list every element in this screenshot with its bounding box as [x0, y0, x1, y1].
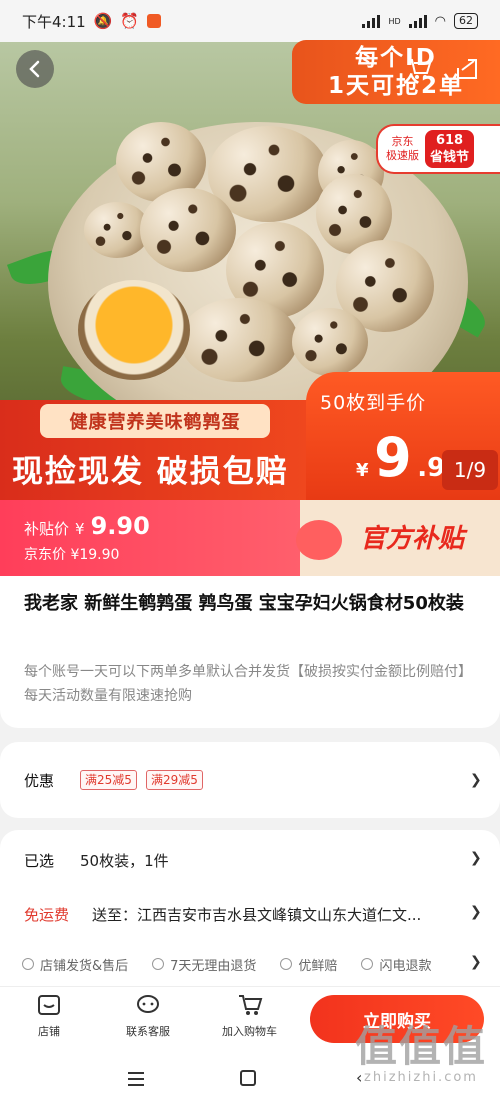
price-caption: 50枚到手价: [320, 392, 427, 414]
add-to-cart-tab[interactable]: 加入购物车: [222, 993, 277, 1039]
cart-icon: [238, 995, 262, 1015]
app-notification-icon: [147, 14, 162, 28]
quail-egg: [140, 188, 236, 272]
signal-icon: [362, 14, 381, 28]
jd-express-label: 极速版: [386, 149, 419, 162]
check-circle-icon: [152, 958, 165, 970]
product-slogan: 现捡现发 破损包赔: [12, 454, 289, 490]
guarantee-label: 7天无理由退货: [170, 958, 257, 974]
guarantee-label: 优鲜赔: [298, 958, 338, 974]
subsidy-price-row: 补贴价 ¥ 9.90: [24, 512, 150, 540]
wifi-icon: ◠: [434, 13, 446, 29]
product-description: 每个账号一天可以下两单多单默认合并发货【破损按实付金额比例赔付】每天活动数量有限…: [24, 664, 472, 704]
cart-icon[interactable]: [406, 57, 432, 81]
product-title: 我老家 新鲜生鹌鹑蛋 鹑鸟蛋 宝宝孕妇火锅食材50枚装: [24, 593, 464, 614]
guarantee-label: 店铺发货&售后: [40, 958, 129, 974]
watermark-url: zhizhizhi.com: [364, 1070, 478, 1085]
promotions-label: 优惠: [24, 772, 55, 790]
chevron-right-icon: ❯: [470, 954, 482, 970]
product-info-card: 我老家 新鲜生鹌鹑蛋 鹑鸟蛋 宝宝孕妇火锅食材50枚装 每个账号一天可以下两单多…: [0, 576, 500, 728]
badge-618: 618: [435, 133, 464, 148]
guarantee-item: 优鲜赔: [280, 955, 337, 974]
chevron-right-icon: ❯: [470, 904, 482, 920]
chevron-left-icon: [29, 60, 40, 78]
jd-price: 京东价 ¥19.90: [24, 547, 120, 563]
selected-spec: 50枚装，1件: [80, 852, 169, 870]
home-icon[interactable]: [240, 1070, 256, 1086]
jd-name: 京东: [391, 135, 414, 148]
service-guarantees[interactable]: 店铺发货&售后 7天无理由退货 优鲜赔 闪电退款: [0, 944, 500, 984]
jd-express-logo: 京东 极速版: [386, 135, 419, 163]
red-envelope-icon: [296, 520, 342, 560]
coupon-badge[interactable]: 满25减5: [80, 770, 137, 790]
status-bar: 下午4:11 🔕 ⏰ HD ◠ 62: [0, 0, 500, 42]
badge-festival: 省钱节: [430, 150, 470, 165]
watermark: 值值值 zhizhizhi.com: [346, 1022, 496, 1086]
product-tagline: 健康营养美味鹌鹑蛋: [40, 404, 270, 438]
guarantee-item: 7天无理由退货: [152, 955, 256, 974]
free-shipping-label: 免运费: [24, 906, 70, 924]
subsidy-label: 补贴价: [24, 520, 70, 538]
store-label: 店铺: [38, 1025, 60, 1038]
official-subsidy-label: 官方补贴: [360, 524, 465, 554]
promotions-row[interactable]: 优惠 满25减5 满29减5 ❯: [0, 742, 500, 818]
chevron-right-icon: ❯: [470, 772, 482, 788]
customer-service-tab[interactable]: 联系客服: [126, 993, 170, 1039]
cracked-egg-yolk: [78, 280, 190, 380]
currency-symbol: ¥: [75, 520, 85, 538]
status-time: 下午4:11: [22, 12, 86, 31]
check-circle-icon: [22, 958, 34, 970]
jd-618-badge: 京东 极速版 618 省钱节: [376, 124, 500, 174]
subsidy-price: 9.90: [90, 512, 150, 540]
hero-price-panel: 50枚到手价 ¥ 9 .9元 1/9: [306, 372, 500, 500]
watermark-logo: 值值值: [354, 1022, 487, 1071]
chat-icon: [137, 995, 159, 1013]
guarantee-item: 店铺发货&售后: [22, 955, 128, 974]
menu-icon[interactable]: [128, 1072, 144, 1086]
guarantee-item: 闪电退款: [361, 955, 431, 974]
store-icon: [38, 995, 60, 1015]
price-integer: 9: [374, 426, 412, 489]
check-circle-icon: [361, 958, 374, 970]
selected-label: 已选: [24, 852, 55, 870]
add-to-cart-label: 加入购物车: [222, 1025, 277, 1038]
service-label: 联系客服: [126, 1025, 170, 1038]
delivery-address: 送至：江西吉安市吉水县文峰镇文山东大道仁文...: [92, 906, 422, 924]
alarm-icon: ⏰: [120, 12, 140, 30]
subsidy-price-strip: 补贴价 ¥ 9.90 京东价 ¥19.90 官方补贴: [0, 500, 500, 576]
check-circle-icon: [280, 958, 293, 970]
back-button[interactable]: [16, 50, 54, 88]
guarantee-label: 闪电退款: [379, 958, 432, 974]
coupon-badge[interactable]: 满29减5: [146, 770, 203, 790]
mute-icon: 🔕: [93, 12, 113, 30]
festival-badge: 618 省钱节: [425, 130, 475, 168]
hero-price-banner: 健康营养美味鹌鹑蛋 现捡现发 破损包赔 50枚到手价 ¥ 9 .9元 1/9: [0, 372, 500, 500]
image-page-indicator: 1/9: [442, 450, 498, 490]
currency-symbol: ¥: [356, 460, 369, 481]
battery-indicator: 62: [454, 13, 478, 29]
signal-icon-2: [408, 14, 427, 28]
share-icon[interactable]: [454, 56, 480, 82]
quail-egg: [180, 298, 298, 382]
chevron-right-icon: ❯: [470, 850, 482, 866]
quail-egg: [292, 308, 368, 376]
store-tab[interactable]: 店铺: [36, 993, 62, 1039]
hd-badge: HD: [388, 16, 401, 26]
